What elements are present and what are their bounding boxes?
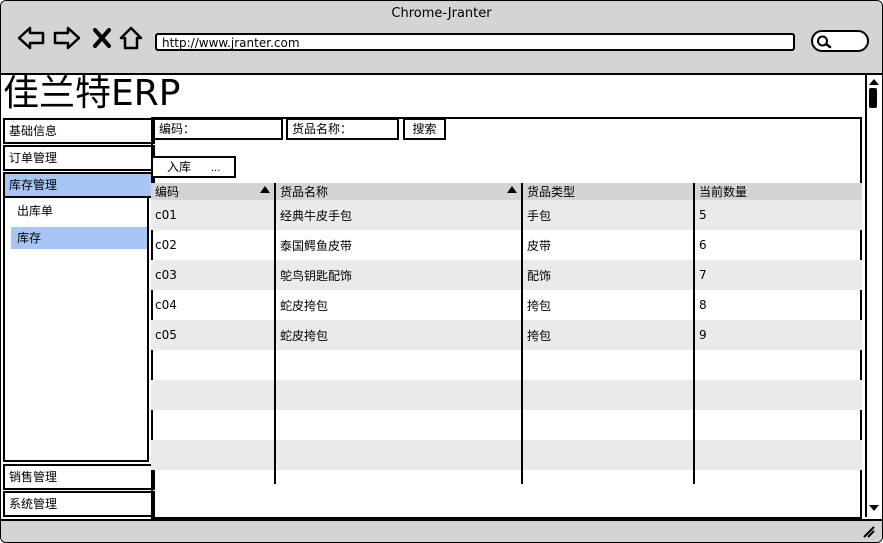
table-row-empty: [151, 440, 862, 470]
cell-product-type: 手包: [522, 200, 695, 230]
app-title: 佳兰特ERP: [3, 73, 181, 114]
address-bar[interactable]: http://www.jranter.com: [155, 33, 795, 51]
sidebar-subitem-stock[interactable]: 库存: [11, 227, 147, 249]
cell-product-type: 配饰: [522, 260, 695, 290]
sidebar-item-sales-management[interactable]: 销售管理: [3, 464, 155, 490]
cell-code: c05: [151, 320, 276, 350]
inbound-ellipsis: ...: [210, 163, 221, 174]
cell-quantity: 5: [694, 200, 862, 230]
code-field[interactable]: 编码：: [153, 118, 283, 140]
inbound-button-label: 入库: [167, 160, 192, 174]
cell-product-type: 皮带: [522, 230, 695, 260]
cell-code: c02: [151, 230, 276, 260]
scroll-up-icon[interactable]: [868, 77, 880, 87]
close-icon[interactable]: [93, 25, 111, 51]
home-icon[interactable]: [119, 25, 143, 51]
browser-chrome: Chrome-Jranter http://www.jranter.com: [1, 1, 882, 75]
scroll-down-icon[interactable]: [868, 503, 880, 513]
cell-code: c04: [151, 290, 276, 320]
table-row[interactable]: c05 蛇皮挎包 挎包 9: [151, 320, 862, 350]
column-header-quantity[interactable]: 当前数量: [694, 183, 862, 200]
cell-product-name: 经典牛皮手包: [275, 200, 523, 230]
column-header-product-name[interactable]: 货品名称: [275, 183, 523, 200]
cell-product-name: 蛇皮挎包: [275, 290, 523, 320]
cell-product-type: 挎包: [522, 290, 695, 320]
back-icon[interactable]: [17, 25, 45, 51]
sidebar-item-inventory-management[interactable]: 库存管理: [3, 172, 155, 198]
column-header-code-label: 编码: [155, 185, 180, 199]
column-header-product-name-label: 货品名称: [280, 185, 329, 199]
status-bar: [1, 519, 882, 542]
sidebar-subitem-outbound[interactable]: 出库单: [11, 200, 147, 222]
sidebar-item-order-management[interactable]: 订单管理: [3, 145, 155, 171]
table-row-empty: [151, 350, 862, 380]
cell-quantity: 9: [694, 320, 862, 350]
vertical-scrollbar[interactable]: [865, 75, 881, 517]
sidebar-item-basic-info[interactable]: 基础信息: [3, 118, 155, 144]
sidebar-item-system-management[interactable]: 系统管理: [3, 491, 155, 517]
forward-icon[interactable]: [53, 25, 81, 51]
cell-product-name: 泰国鳄鱼皮带: [275, 230, 523, 260]
window-title: Chrome-Jranter: [391, 6, 492, 21]
inbound-button[interactable]: 入库 ...: [151, 156, 236, 178]
search-icon: [817, 35, 832, 49]
table-row[interactable]: c03 鸵鸟钥匙配饰 配饰 7: [151, 260, 862, 290]
cell-quantity: 8: [699, 298, 707, 312]
table-row-empty: [151, 380, 862, 410]
cell-quantity: 7: [694, 260, 862, 290]
table-row[interactable]: c02 泰国鳄鱼皮带 皮带 6: [151, 230, 862, 260]
browser-window: Chrome-Jranter http://www.jranter.com 佳兰…: [0, 0, 883, 543]
search-button[interactable]: 搜索: [403, 118, 446, 140]
inventory-table: 编码 货品名称 货品类型 当前数量 c01 经典牛皮手包 手包 5 c02 泰国鳄鱼皮带…: [151, 183, 862, 484]
product-name-field[interactable]: 货品名称：: [286, 118, 399, 140]
sort-asc-icon[interactable]: [260, 186, 270, 193]
resize-grip-icon[interactable]: [862, 525, 876, 539]
sort-asc-icon[interactable]: [507, 186, 517, 193]
cell-product-name: 蛇皮挎包: [275, 320, 523, 350]
table-row-empty: [151, 410, 862, 440]
cell-code: c01: [151, 200, 276, 230]
column-header-product-type[interactable]: 货品类型: [522, 183, 695, 200]
table-header-row: 编码 货品名称 货品类型 当前数量: [151, 183, 862, 200]
cell-product-name: 鸵鸟钥匙配饰: [275, 260, 523, 290]
table-row[interactable]: c04 蛇皮挎包 挎包 8: [151, 290, 862, 320]
column-header-code[interactable]: 编码: [151, 183, 276, 200]
cell-product-type: 挎包: [522, 320, 695, 350]
browser-search-box[interactable]: [811, 30, 869, 52]
cell-code: c03: [151, 260, 276, 290]
table-row-empty: [151, 470, 862, 484]
cell-quantity: 6: [699, 238, 707, 252]
table-row[interactable]: c01 经典牛皮手包 手包 5: [151, 200, 862, 230]
scroll-thumb[interactable]: [869, 88, 877, 108]
